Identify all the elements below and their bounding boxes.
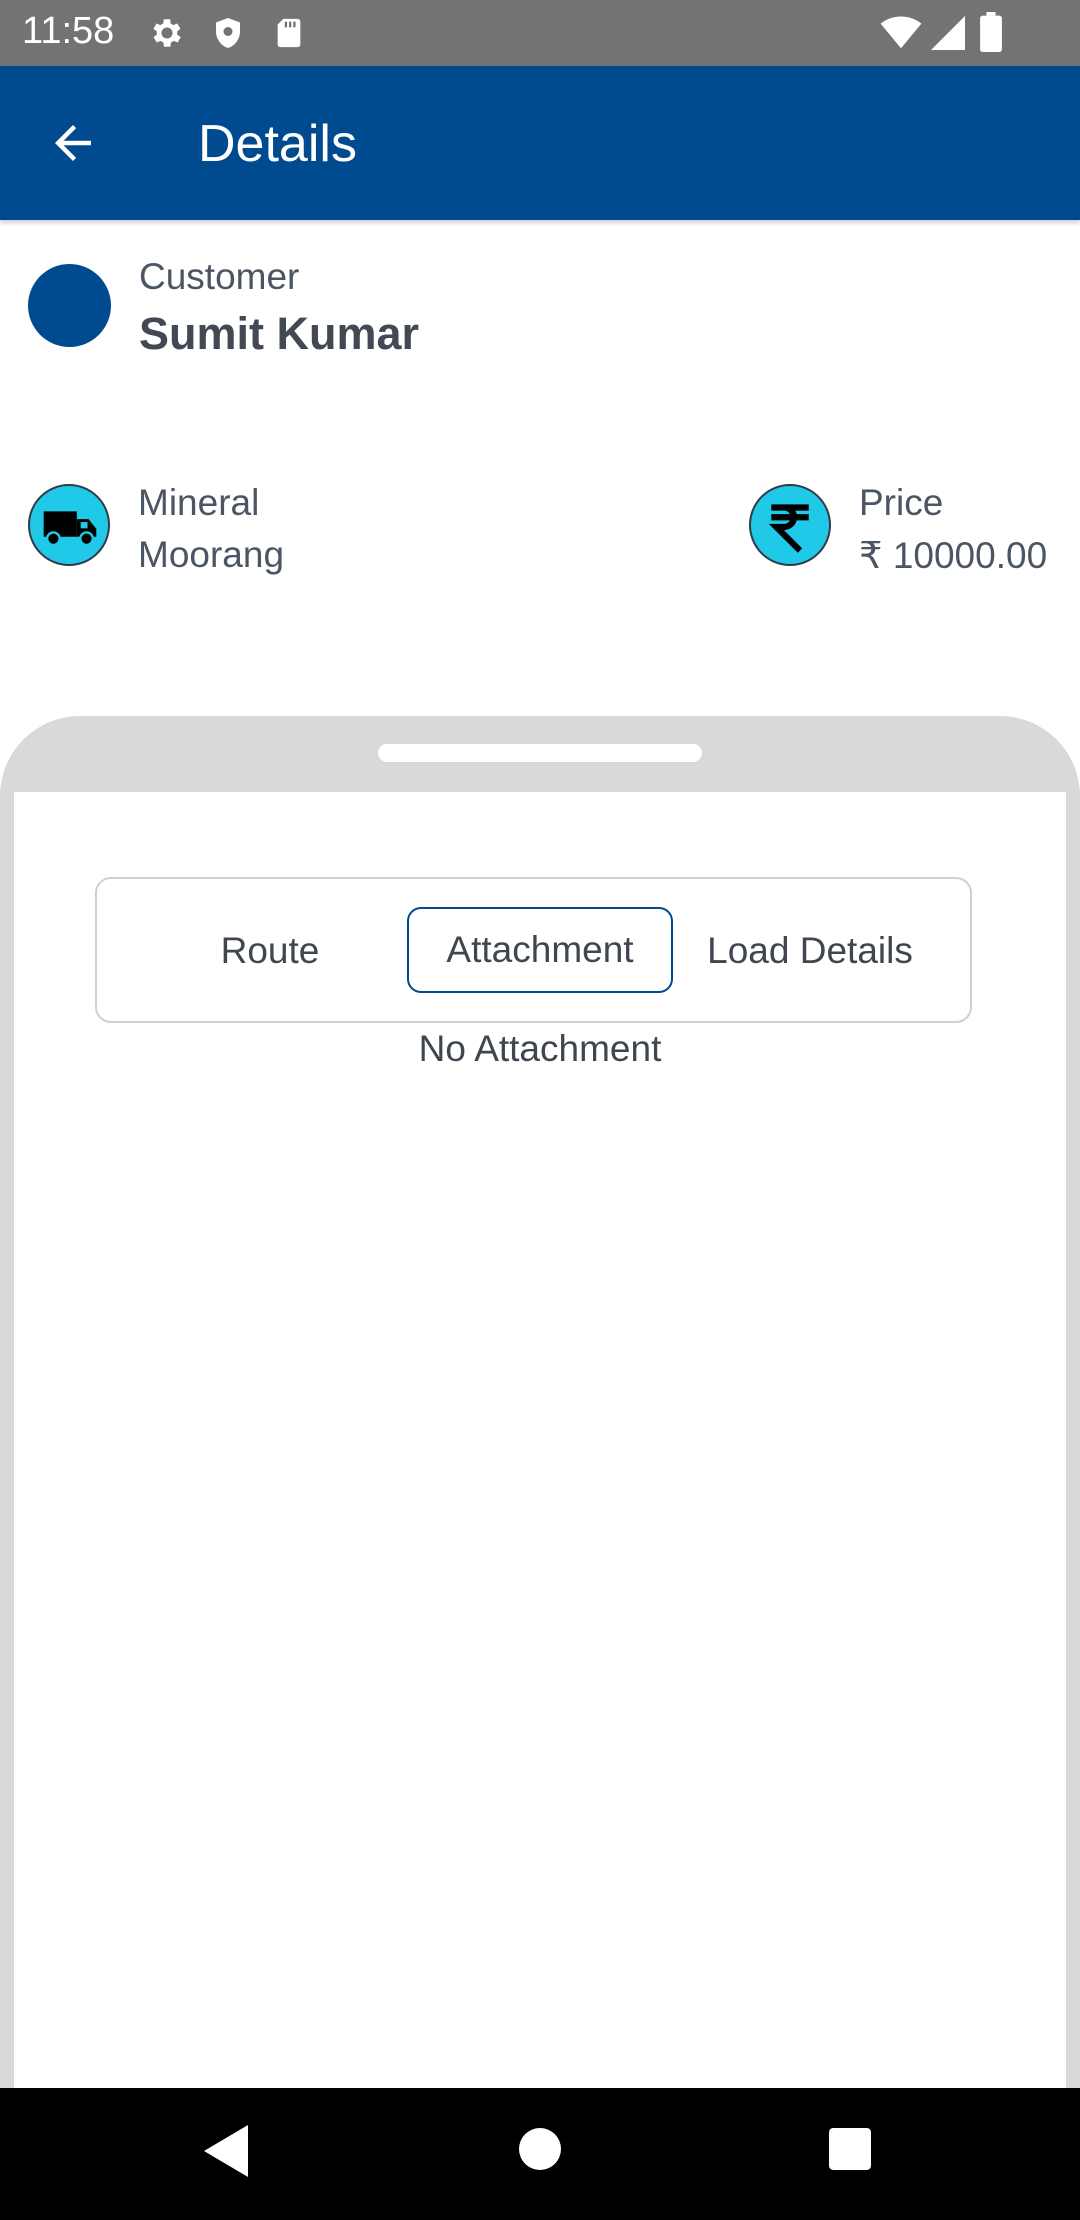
tab-route[interactable]: Route: [175, 908, 365, 994]
home-circle-icon[interactable]: [519, 2128, 561, 2175]
back-button[interactable]: [40, 110, 114, 176]
back-triangle-icon[interactable]: [204, 2124, 248, 2183]
customer-avatar: [28, 264, 111, 347]
tab-load-details[interactable]: Load Details: [690, 908, 930, 994]
signal-icon: [930, 16, 966, 55]
wifi-icon: [880, 16, 922, 55]
status-time: 11:58: [22, 10, 115, 52]
rupee-icon: [749, 484, 831, 566]
mineral-label: Mineral: [138, 482, 260, 523]
sheet-drag-handle[interactable]: [378, 744, 702, 762]
page-title: Details: [198, 115, 357, 173]
mineral-value: Moorang: [138, 534, 285, 575]
details-screen: 11:58 Details Customer Sumit Kumar Miner…: [0, 0, 1080, 2220]
battery-icon: [980, 12, 1002, 57]
sd-card-icon: [272, 14, 306, 57]
no-attachment-message: No Attachment: [418, 1028, 662, 1069]
tab-attachment[interactable]: Attachment: [407, 907, 673, 993]
customer-label: Customer: [139, 256, 300, 297]
settings-icon: [148, 14, 186, 57]
status-bar: 11:58: [0, 0, 1080, 66]
app-bar: Details: [0, 66, 1080, 220]
truck-icon: [28, 484, 110, 566]
recents-square-icon[interactable]: [829, 2128, 871, 2175]
price-label: Price: [859, 482, 944, 523]
customer-name: Sumit Kumar: [139, 308, 420, 359]
shield-icon: [210, 14, 246, 57]
system-nav-bar: [0, 2088, 1080, 2220]
price-value: ₹ 10000.00: [859, 535, 1048, 576]
arrow-left-icon: [40, 125, 100, 174]
